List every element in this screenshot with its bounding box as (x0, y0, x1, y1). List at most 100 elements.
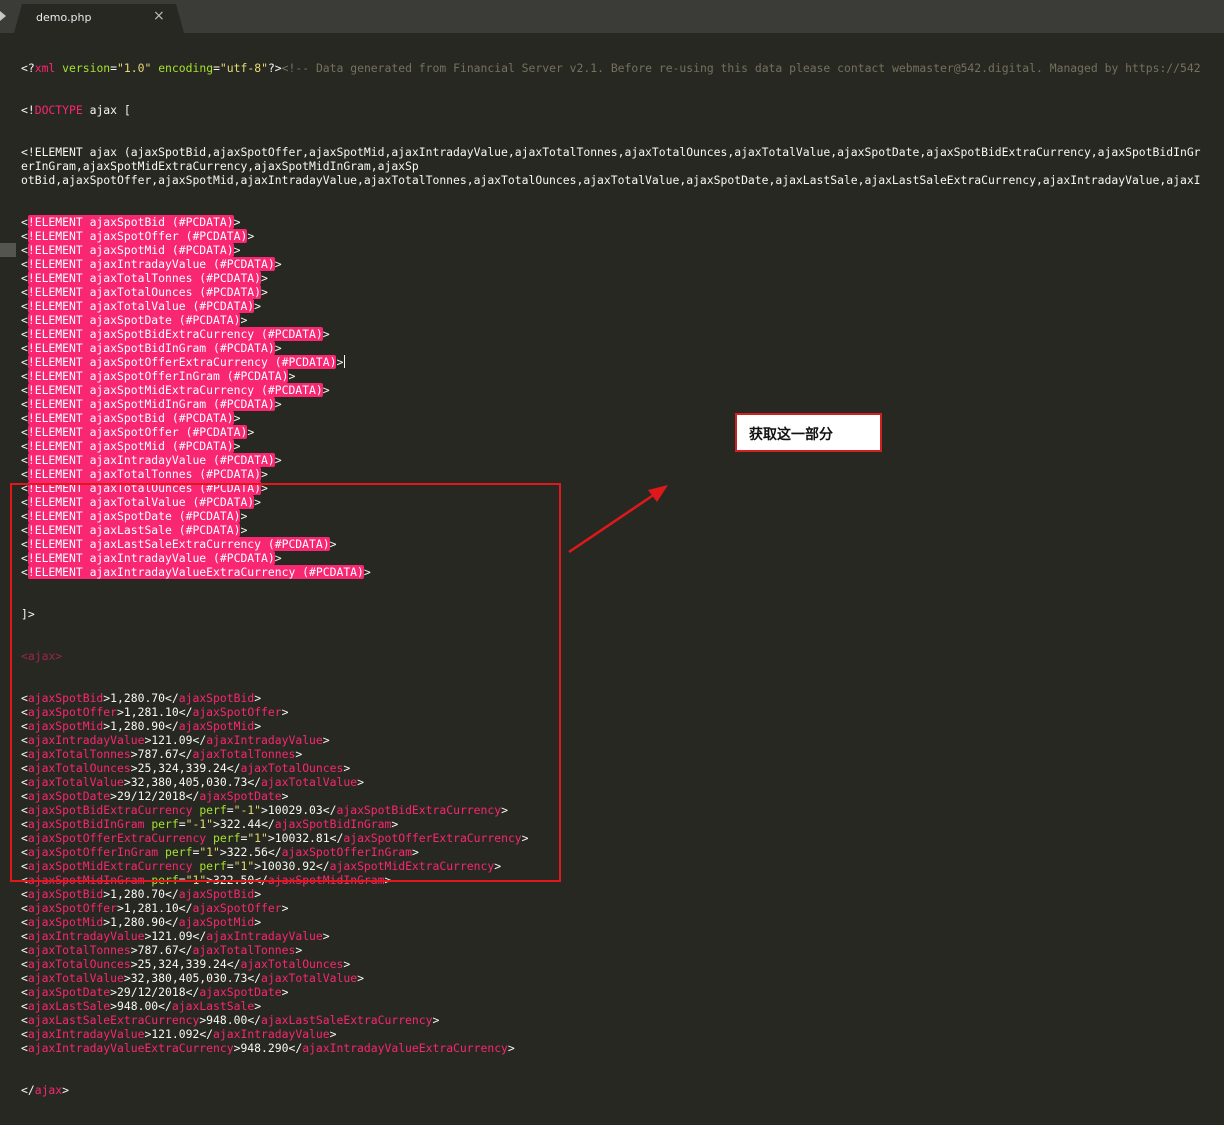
element-line-lt: < (21, 327, 28, 341)
xml-close-tag: ajaxTotalTonnes (192, 943, 296, 957)
element-line-lt: < (21, 411, 28, 425)
xml-close-tag: ajaxIntradayValueExtraCurrency (302, 1041, 508, 1055)
xml-open-tag: ajaxLastSaleExtraCurrency (27, 1013, 200, 1027)
element-line-text: !ELEMENT ajaxSpotMid (#PCDATA) (27, 439, 234, 453)
element-line: <!ELEMENT ajaxSpotMid (#PCDATA)> (21, 439, 1224, 453)
element-declaration-line: erInGram,ajaxSpotMidExtraCurrency,ajaxSp… (21, 159, 419, 173)
element-line-gt: > (261, 467, 268, 481)
xml-value: 1,281.10 (123, 901, 179, 915)
element-line-text: !ELEMENT ajaxSpotBidInGram (#PCDATA) (27, 341, 275, 355)
xml-data-row: <ajaxIntradayValue>121.092</ajaxIntraday… (21, 1027, 337, 1041)
element-line-gt: > (261, 271, 268, 285)
element-line: <!ELEMENT ajaxTotalTonnes (#PCDATA)> (21, 271, 1224, 285)
element-line-gt: > (322, 383, 330, 397)
element-line-lt: < (21, 229, 28, 243)
element-line-text: !ELEMENT ajaxTotalTonnes (#PCDATA) (27, 271, 262, 285)
element-line-lt: < (21, 341, 28, 355)
element-line: <!ELEMENT ajaxIntradayValue (#PCDATA)> (21, 453, 1224, 467)
element-line-text: !ELEMENT ajaxSpotBidExtraCurrency (#PCDA… (27, 327, 323, 341)
close-icon[interactable]: × (153, 8, 165, 24)
element-line-gt: > (274, 397, 282, 411)
element-line-gt: > (233, 243, 241, 257)
xml-value: 948.00 (206, 1013, 248, 1027)
doctype-keyword: DOCTYPE (34, 103, 83, 117)
xml-data-row: <ajaxSpotMid>1,280.90</ajaxSpotMid> (21, 915, 262, 929)
doctype-line: <!DOCTYPE ajax [ (21, 103, 1224, 117)
element-line: <!ELEMENT ajaxSpotBid (#PCDATA)> (21, 411, 1224, 425)
xml-open-tag: ajaxSpotOffer (27, 901, 118, 915)
element-line: <!ELEMENT ajaxTotalTonnes (#PCDATA)> (21, 467, 1224, 481)
xml-version-attr: version (62, 61, 111, 75)
xml-data-row: <ajaxTotalTonnes>787.67</ajaxTotalTonnes… (21, 943, 303, 957)
element-line: <!ELEMENT ajaxSpotBidExtraCurrency (#PCD… (21, 327, 1224, 341)
xml-value: 948.00 (117, 999, 159, 1013)
tab-demo-php[interactable]: demo.php × (14, 4, 184, 33)
xml-open-tag: ajaxSpotDate (27, 985, 111, 999)
xml-value: 25,324,339.24 (137, 957, 227, 971)
annotation-note: 获取这一部分 (735, 413, 882, 452)
element-line-lt: < (21, 467, 28, 481)
element-line-gt: > (247, 425, 255, 439)
xml-value: 29/12/2018 (117, 985, 186, 999)
element-line: <!ELEMENT ajaxSpotMidInGram (#PCDATA)> (21, 397, 1224, 411)
xml-value: 121.092 (151, 1027, 200, 1041)
xml-decl-open: <? (21, 61, 35, 75)
xml-data-row: <ajaxLastSaleExtraCurrency>948.00</ajaxL… (21, 1013, 440, 1027)
xml-encoding-value: "utf-8" (219, 61, 268, 75)
element-line-text: !ELEMENT ajaxIntradayValue (#PCDATA) (27, 257, 275, 271)
xml-close-tag: ajaxLastSaleExtraCurrency (261, 1013, 433, 1027)
element-line-lt: < (21, 453, 28, 467)
element-line-lt: < (21, 397, 28, 411)
annotation-label: 获取这一部分 (749, 427, 833, 443)
text-cursor (344, 355, 346, 368)
xml-open-tag: ajaxIntradayValueExtraCurrency (27, 1041, 234, 1055)
element-line: <!ELEMENT ajaxSpotOfferInGram (#PCDATA)> (21, 369, 1224, 383)
xml-close-tag: ajaxSpotOffer (192, 901, 282, 915)
element-line-lt: < (21, 271, 28, 285)
element-line-gt: > (233, 439, 241, 453)
xml-decl-close: ?> (267, 61, 282, 75)
triangle-right-icon[interactable] (0, 11, 6, 21)
xml-data-row: <ajaxSpotDate>29/12/2018</ajaxSpotDate> (21, 985, 289, 999)
element-line: <!ELEMENT ajaxIntradayValue (#PCDATA)> (21, 257, 1224, 271)
xml-declaration-line: <?xml version="1.0" encoding="utf-8"?><!… (21, 61, 1201, 75)
xml-comment: <!-- Data generated from Financial Serve… (281, 61, 1201, 75)
element-line-lt: < (21, 383, 28, 397)
element-line-lt: < (21, 257, 28, 271)
element-line: <!ELEMENT ajaxSpotBidInGram (#PCDATA)> (21, 341, 1224, 355)
element-line: <!ELEMENT ajaxSpotMid (#PCDATA)> (21, 243, 1224, 257)
element-line-text: !ELEMENT ajaxTotalOunces (#PCDATA) (27, 285, 262, 299)
element-line-gt: > (274, 453, 282, 467)
xml-value: 948.290 (240, 1041, 289, 1055)
xml-close-tag: ajaxSpotMid (178, 915, 255, 929)
element-line-lt: < (21, 215, 28, 229)
element-line-text: !ELEMENT ajaxSpotOffer (#PCDATA) (27, 425, 248, 439)
element-line: <!ELEMENT ajaxSpotOfferExtraCurrency (#P… (21, 355, 1224, 369)
element-line-gt: > (233, 411, 241, 425)
xml-close-tag: ajaxSpotBid (178, 887, 255, 901)
element-line-lt: < (21, 439, 28, 453)
xml-open-tag: ajaxSpotMid (27, 915, 104, 929)
element-declaration-block: <!ELEMENT ajax (ajaxSpotBid,ajaxSpotOffe… (21, 145, 1224, 187)
xml-data-row: <ajaxLastSale>948.00</ajaxLastSale> (21, 999, 262, 1013)
element-line-lt: < (21, 243, 28, 257)
xml-close-tag: ajaxTotalOunces (240, 957, 344, 971)
xml-close-tag: ajaxTotalValue (261, 971, 358, 985)
tab-title[interactable]: demo.php (36, 11, 91, 24)
xml-open-tag: ajaxTotalValue (27, 971, 124, 985)
xml-data-row: <ajaxSpotOffer>1,281.10</ajaxSpotOffer> (21, 901, 289, 915)
xml-open-tag: ajaxTotalTonnes (27, 943, 131, 957)
xml-value: 1,280.70 (110, 887, 166, 901)
xml-data-row: <ajaxIntradayValue>121.09</ajaxIntradayV… (21, 929, 330, 943)
root-close-tag: ajax (34, 1083, 63, 1097)
xml-close-tag: ajaxLastSale (171, 999, 255, 1013)
element-line: <!ELEMENT ajaxSpotOffer (#PCDATA)> (21, 229, 1224, 243)
element-line-gt: > (261, 285, 268, 299)
element-line: <!ELEMENT ajaxSpotDate (#PCDATA)> (21, 313, 1224, 327)
code-editor[interactable]: <?xml version="1.0" encoding="utf-8"?><!… (0, 33, 1224, 1097)
element-line: <!ELEMENT ajaxTotalValue (#PCDATA)> (21, 299, 1224, 313)
element-line-gt: > (322, 327, 330, 341)
element-line-text: !ELEMENT ajaxSpotMidExtraCurrency (#PCDA… (27, 383, 323, 397)
doctype-open: <! (21, 103, 35, 117)
element-line: <!ELEMENT ajaxSpotBid (#PCDATA)> (21, 215, 1224, 229)
